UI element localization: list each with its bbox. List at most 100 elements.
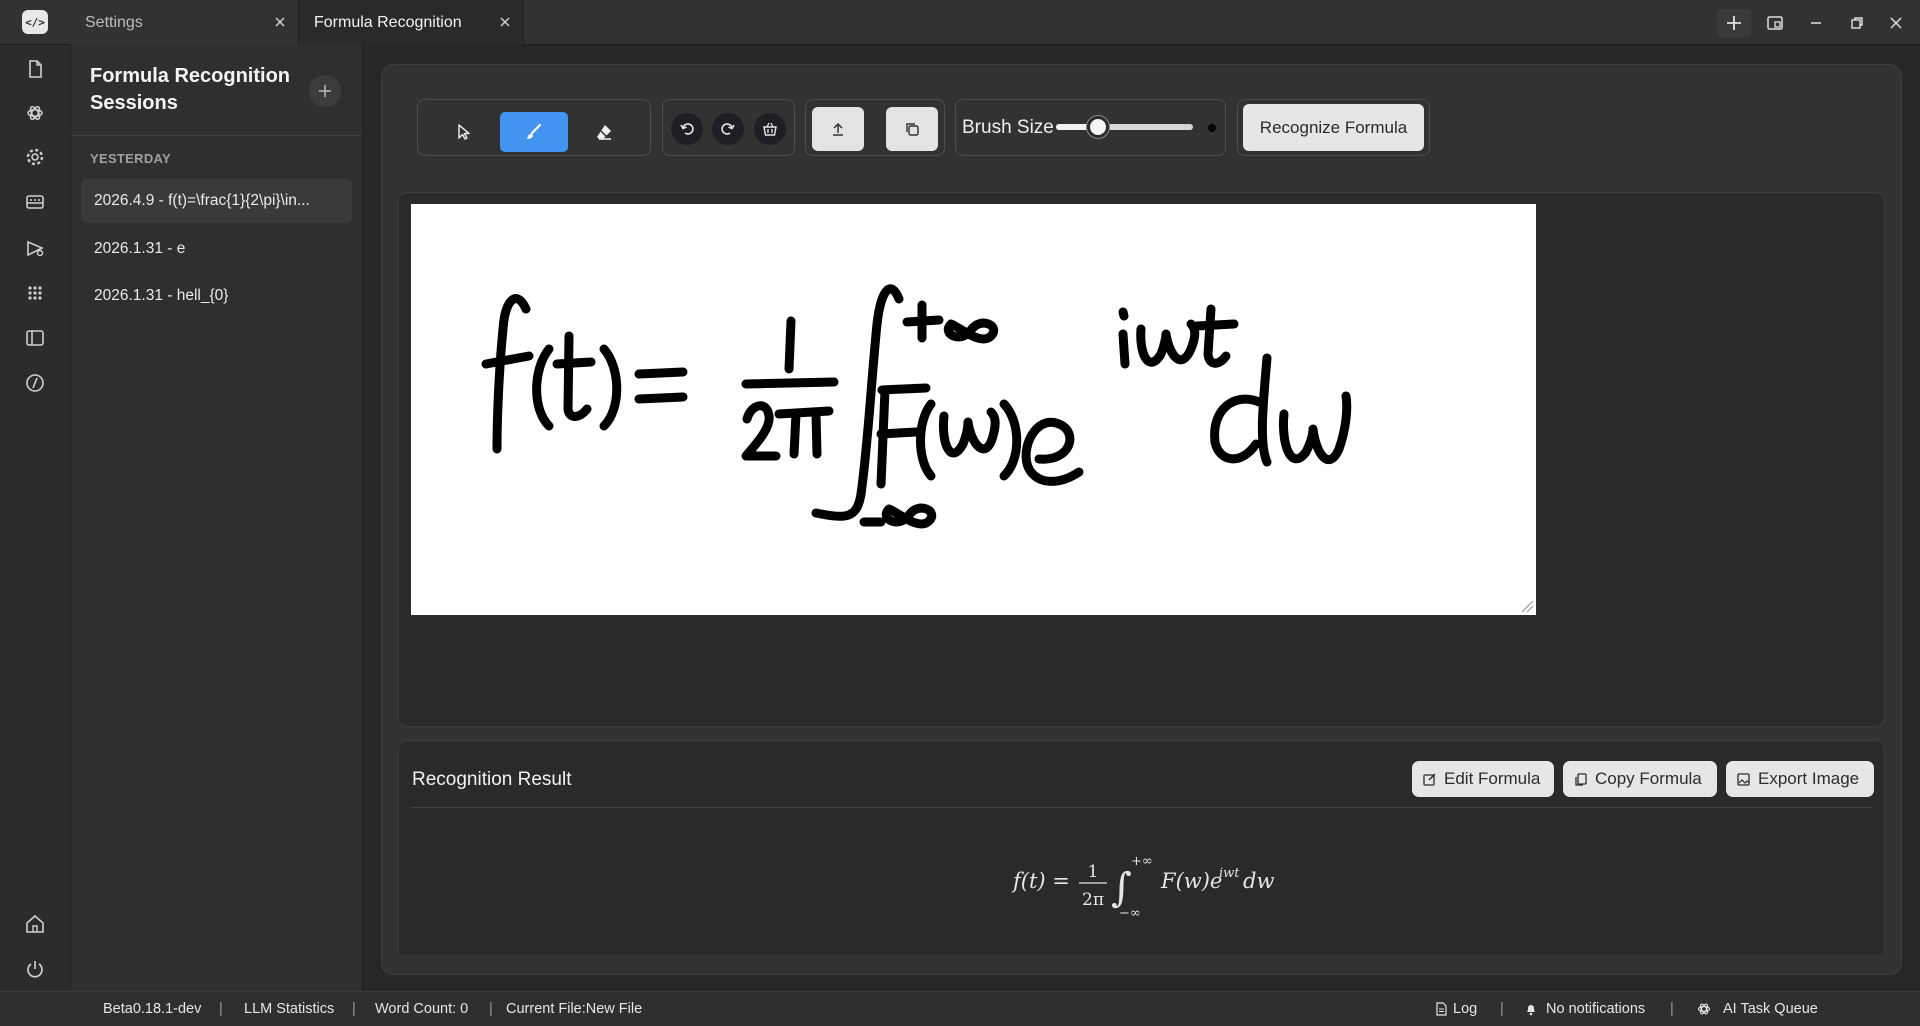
- brush-size-label: Brush Size: [962, 117, 1054, 138]
- clear-canvas-button[interactable]: [754, 113, 786, 145]
- formula-exponent: iwt: [1219, 866, 1240, 881]
- session-item[interactable]: 2026.1.31 - hell_{0}: [81, 274, 352, 318]
- brush-preview-dot: [1208, 124, 1216, 132]
- divider: [412, 807, 1873, 808]
- bell-icon: [1527, 1005, 1535, 1016]
- recognize-formula-button[interactable]: Recognize Formula: [1243, 104, 1424, 151]
- brush-size-slider[interactable]: [1056, 115, 1193, 139]
- eraser-tool-button[interactable]: [580, 112, 628, 152]
- brush-icon: [527, 123, 542, 139]
- undo-icon: [680, 123, 694, 135]
- session-label: 2026.1.31 - e: [94, 240, 186, 257]
- session-item[interactable]: 2026.1.31 - e: [81, 227, 352, 271]
- formula-upper-limit: +∞: [1131, 854, 1153, 869]
- restore-button[interactable]: [1840, 9, 1874, 37]
- trash-basket-icon: [763, 122, 777, 136]
- copy-icon: [906, 123, 919, 136]
- session-item[interactable]: 2026.4.9 - f(t)=\frac{1}{2\pi}\in...: [81, 179, 352, 223]
- plus-icon: [319, 85, 331, 97]
- session-label: 2026.1.31 - hell_{0}: [94, 287, 229, 304]
- app-window: </> Settings Formula Recognition Formula…: [0, 0, 1920, 1026]
- log-button[interactable]: Log: [1453, 1001, 1477, 1017]
- llm-statistics-link[interactable]: LLM Statistics: [244, 1001, 334, 1017]
- copy-formula-button[interactable]: Copy Formula: [1563, 761, 1717, 797]
- result-title: Recognition Result: [412, 769, 572, 790]
- select-cursor-icon: [458, 124, 470, 140]
- resize-handle-icon[interactable]: [1520, 599, 1534, 613]
- new-tab-button[interactable]: [1717, 9, 1751, 37]
- app-logo: </>: [22, 10, 48, 34]
- version-label: Beta0.18.1-dev: [103, 1001, 202, 1017]
- separator: |: [219, 1001, 223, 1017]
- session-group-label: YESTERDAY: [90, 151, 171, 166]
- plus-icon: [1727, 16, 1741, 30]
- handwritten-formula: [481, 284, 1352, 529]
- upload-icon: [833, 122, 843, 136]
- layout-button[interactable]: [1758, 9, 1792, 37]
- eraser-icon: [597, 125, 611, 140]
- tool-icon[interactable]: [24, 237, 46, 259]
- separator: |: [1670, 1001, 1674, 1017]
- close-icon[interactable]: [497, 14, 513, 30]
- undo-button[interactable]: [671, 113, 703, 145]
- copy-icon: [1575, 772, 1587, 786]
- formula-integral: ∫: [1111, 865, 1132, 911]
- upload-image-button[interactable]: [812, 107, 864, 151]
- panel-icon[interactable]: [24, 327, 46, 349]
- recognition-result-panel: Recognition Result Edit Formula Copy For…: [398, 740, 1885, 955]
- copy-canvas-button[interactable]: [886, 107, 938, 151]
- drawing-canvas[interactable]: [411, 204, 1536, 615]
- keyboard-icon[interactable]: [24, 191, 46, 213]
- close-icon: [1890, 17, 1902, 29]
- slider-thumb[interactable]: [1087, 116, 1110, 138]
- code-icon[interactable]: [24, 372, 46, 394]
- redo-icon: [721, 123, 735, 135]
- close-icon[interactable]: [272, 14, 288, 30]
- select-tool-button[interactable]: [440, 112, 488, 152]
- button-label: Copy Formula: [1595, 769, 1702, 788]
- apps-grid-icon[interactable]: [24, 282, 46, 304]
- minimize-button[interactable]: [1799, 9, 1833, 37]
- button-label: Edit Formula: [1444, 769, 1541, 788]
- sessions-sidebar: Formula Recognition Sessions YESTERDAY 2…: [71, 45, 363, 991]
- title-bar: </> Settings Formula Recognition: [0, 0, 1920, 45]
- minimize-icon: [1811, 22, 1821, 24]
- ai-task-queue-button[interactable]: AI Task Queue: [1723, 1001, 1818, 1017]
- file-icon[interactable]: [24, 58, 46, 80]
- formula-numerator: 1: [1088, 862, 1099, 882]
- button-label: Export Image: [1758, 769, 1860, 788]
- tab-label: Settings: [85, 13, 143, 31]
- tab-formula-recognition[interactable]: Formula Recognition: [299, 0, 524, 45]
- close-window-button[interactable]: [1879, 9, 1913, 37]
- separator: |: [352, 1001, 356, 1017]
- session-label: 2026.4.9 - f(t)=\frac{1}{2\pi}\in...: [94, 192, 310, 209]
- separator: |: [489, 1001, 493, 1017]
- edit-formula-button[interactable]: Edit Formula: [1412, 761, 1554, 797]
- restore-icon: [1851, 17, 1863, 29]
- export-image-button[interactable]: Export Image: [1726, 761, 1874, 797]
- status-bar: Beta0.18.1-dev | LLM Statistics | Word C…: [0, 991, 1920, 1026]
- formula-lhs: f(t) =: [1011, 869, 1070, 893]
- brush-tool-button[interactable]: [500, 112, 568, 152]
- formula-body: F(w)e: [1160, 869, 1222, 893]
- layout-icon: [1767, 16, 1783, 30]
- edit-icon: [1423, 772, 1436, 786]
- home-icon[interactable]: [24, 913, 46, 935]
- settings-icon[interactable]: [24, 146, 46, 168]
- power-icon[interactable]: [24, 958, 46, 980]
- formula-lower-limit: −∞: [1119, 906, 1141, 921]
- divider: [71, 135, 362, 136]
- image-icon: [1737, 772, 1750, 786]
- notifications-button[interactable]: No notifications: [1546, 1001, 1645, 1017]
- ai-icon[interactable]: [24, 102, 46, 124]
- add-session-button[interactable]: [309, 75, 341, 107]
- ai-icon: [1697, 1003, 1711, 1015]
- log-icon: [1436, 1002, 1447, 1016]
- rendered-formula: f(t) = 1 2π ∫ +∞ −∞ F(w)e iwt dw: [1011, 854, 1274, 921]
- tab-settings[interactable]: Settings: [70, 0, 299, 45]
- current-file: Current File:New File: [506, 1001, 643, 1017]
- word-count: Word Count: 0: [375, 1001, 469, 1017]
- redo-button[interactable]: [712, 113, 744, 145]
- formula-denominator: 2π: [1082, 890, 1104, 910]
- activity-bar: [0, 45, 71, 991]
